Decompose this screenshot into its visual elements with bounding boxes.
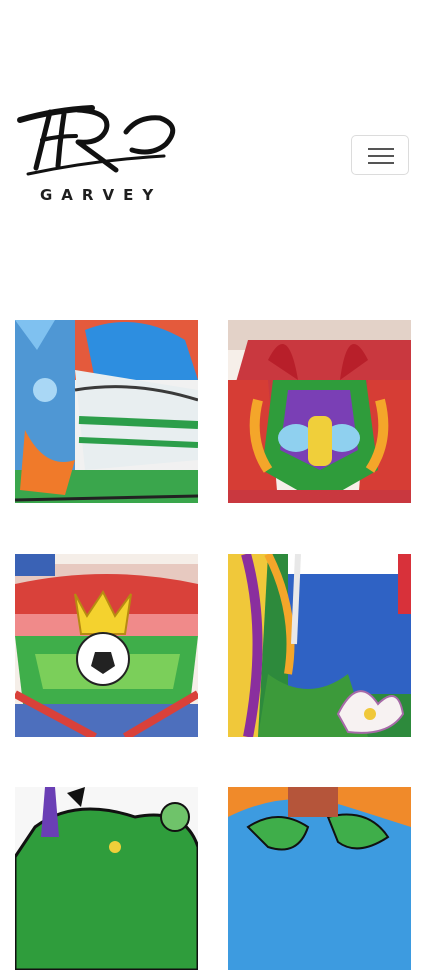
artwork-tile[interactable] <box>15 320 198 503</box>
artwork-tile[interactable] <box>15 787 198 970</box>
artwork-tile[interactable] <box>228 787 411 970</box>
artwork-image-green-blobs <box>228 787 411 970</box>
artwork-tile[interactable] <box>228 554 411 737</box>
artwork-gallery <box>0 0 427 970</box>
artwork-tile[interactable] <box>228 320 411 503</box>
artwork-image-dragon-mask <box>228 320 411 503</box>
artwork-image-cactus <box>15 787 198 970</box>
artwork-tile[interactable] <box>15 554 198 737</box>
artwork-image-sneaker <box>15 320 198 503</box>
artwork-image-flag-flower <box>228 554 411 737</box>
artwork-image-stadium <box>15 554 198 737</box>
